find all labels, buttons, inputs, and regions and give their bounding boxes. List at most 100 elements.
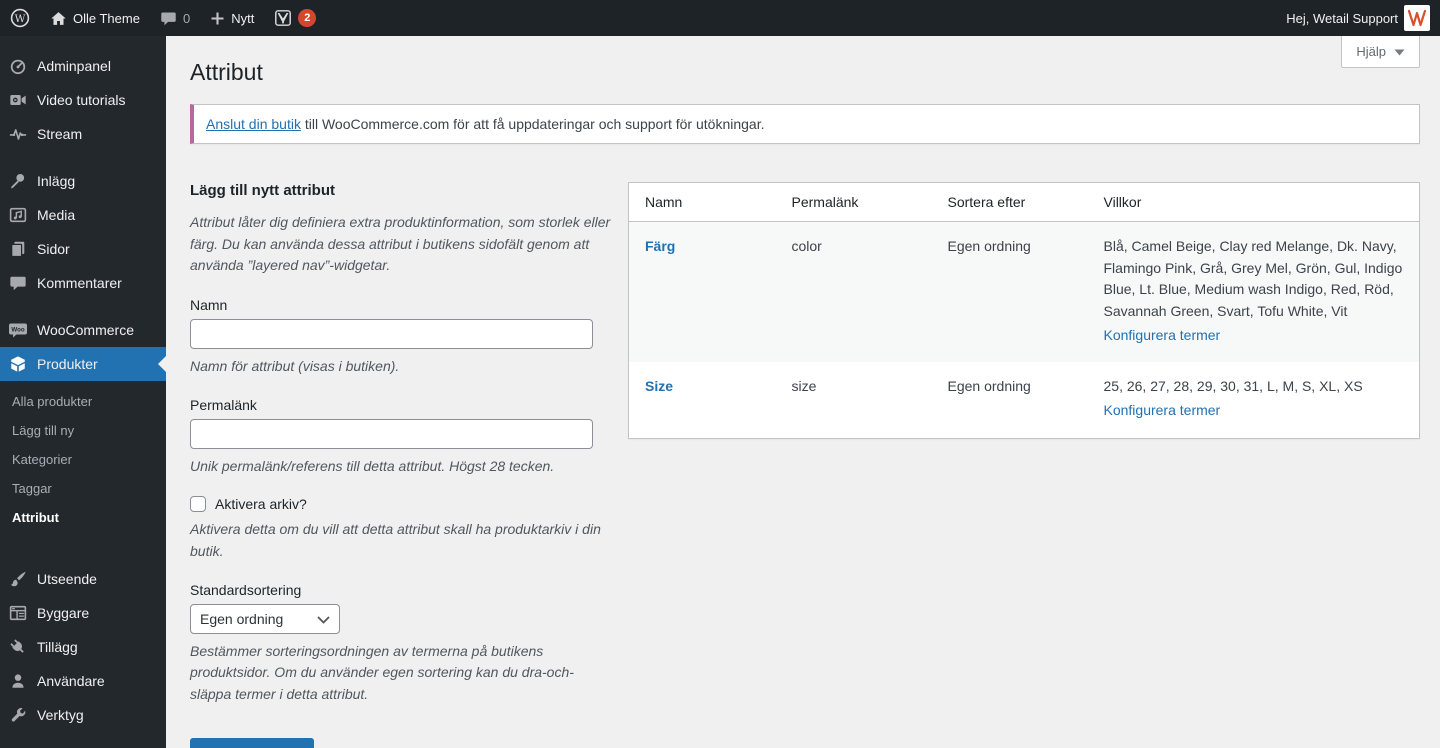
sidebar-item-woocommerce[interactable]: Woo WooCommerce (0, 313, 166, 347)
submenu-item-all-products[interactable]: Alla produkter (0, 387, 166, 416)
brush-icon (8, 569, 28, 589)
default-sort-label: Standardsortering (190, 582, 612, 598)
submenu-item-label: Taggar (12, 481, 52, 496)
slug-label: Permalänk (190, 397, 612, 413)
media-icon (8, 205, 28, 225)
submenu-item-tags[interactable]: Taggar (0, 474, 166, 503)
enable-archives-row: Aktivera arkiv? (190, 496, 612, 512)
default-sort-order-select[interactable]: Egen ordning (190, 604, 340, 634)
header-order-by: Sortera efter (932, 182, 1088, 221)
selected-sort-order: Egen ordning (200, 611, 283, 627)
attributes-table: Namn Permalänk Sortera efter Villkor Fär… (628, 182, 1420, 439)
sidebar-item-video-tutorials[interactable]: Video tutorials (0, 83, 166, 117)
notice-text: till WooCommerce.com för att få uppdater… (301, 116, 765, 132)
comments-count: 0 (183, 11, 190, 26)
submenu-item-categories[interactable]: Kategorier (0, 445, 166, 474)
sidebar-item-pages[interactable]: Sidor (0, 232, 166, 266)
configure-terms-link[interactable]: Konfigurera termer (1104, 400, 1221, 422)
wordpress-logo-icon: W (10, 8, 30, 28)
wrench-icon (8, 705, 28, 725)
sidebar-item-plugins[interactable]: Tillägg (0, 630, 166, 664)
account-menu[interactable]: Hej, Wetail Support (1276, 0, 1440, 36)
sidebar-item-label: Video tutorials (37, 92, 125, 108)
sidebar-item-adminpanel[interactable]: Adminpanel (0, 49, 166, 83)
svg-text:W: W (15, 13, 26, 25)
yoast-seo-menu[interactable]: 2 (264, 0, 326, 36)
name-help: Namn för attribut (visas i butiken). (190, 356, 612, 378)
main-content: Hjälp Attribut Anslut din butik till Woo… (166, 36, 1440, 748)
form-heading: Lägg till nytt attribut (190, 182, 612, 199)
sidebar-item-builder[interactable]: Byggare (0, 596, 166, 630)
submenu-item-label: Attribut (12, 510, 59, 525)
add-attribute-button[interactable]: Lägg till attribut (190, 738, 314, 748)
attribute-order-cell: Egen ordning (932, 221, 1088, 362)
yoast-notification-badge: 2 (298, 9, 316, 27)
woocommerce-connect-notice: Anslut din butik till WooCommerce.com fö… (190, 104, 1420, 144)
help-label: Hjälp (1356, 44, 1386, 59)
menu-group-bottom: Utseende Byggare Tillägg Användare Verkt… (0, 562, 166, 732)
svg-text:Woo: Woo (11, 327, 25, 334)
site-link[interactable]: Olle Theme (40, 0, 150, 36)
form-intro: Attribut låter dig definiera extra produ… (190, 212, 612, 277)
enable-archives-label[interactable]: Aktivera arkiv? (215, 496, 307, 512)
sidebar-item-stream[interactable]: Stream (0, 117, 166, 151)
sidebar-item-label: Stream (37, 126, 82, 142)
home-icon (50, 10, 67, 27)
account-greeting: Hej, Wetail Support (1286, 11, 1398, 26)
chevron-down-icon (1394, 44, 1405, 59)
user-icon (8, 671, 28, 691)
add-attribute-form: Lägg till nytt attribut Attribut låter d… (190, 182, 612, 748)
menu-group-woocommerce: Woo WooCommerce Produkter Alla produkter… (0, 313, 166, 544)
table-header-row: Namn Permalänk Sortera efter Villkor (629, 182, 1420, 221)
sidebar-item-label: Media (37, 207, 75, 223)
sidebar-item-users[interactable]: Användare (0, 664, 166, 698)
sidebar-item-label: Kommentarer (37, 275, 122, 291)
products-submenu: Alla produkter Lägg till ny Kategorier T… (0, 381, 166, 544)
comments-shortcut[interactable]: 0 (150, 0, 200, 36)
sidebar-item-label: Produkter (37, 356, 98, 372)
help-button[interactable]: Hjälp (1341, 36, 1420, 68)
menu-group-top: Adminpanel Video tutorials Stream (0, 49, 166, 151)
table-row: Färg color Egen ordning Blå, Camel Beige… (629, 221, 1420, 362)
sidebar-item-label: Inlägg (37, 173, 75, 189)
comment-icon (8, 273, 28, 293)
admin-bar-right: Hej, Wetail Support (1276, 0, 1440, 36)
name-label: Namn (190, 297, 612, 313)
sidebar-item-label: Tillägg (37, 639, 78, 655)
admin-bar-left: W Olle Theme 0 Nytt 2 (0, 0, 326, 36)
submenu-item-add-new[interactable]: Lägg till ny (0, 416, 166, 445)
sidebar-item-media[interactable]: Media (0, 198, 166, 232)
sidebar-item-label: Verktyg (37, 707, 84, 723)
sidebar-item-appearance[interactable]: Utseende (0, 562, 166, 596)
archives-help: Aktivera detta om du vill att detta attr… (190, 519, 612, 562)
woocommerce-icon: Woo (8, 320, 28, 340)
new-content-button[interactable]: Nytt (200, 0, 264, 36)
attribute-name-link[interactable]: Färg (645, 238, 675, 254)
plus-icon (210, 11, 225, 26)
header-permalink: Permalänk (776, 182, 932, 221)
submenu-item-attributes[interactable]: Attribut (0, 503, 166, 532)
comment-bubble-icon (160, 10, 177, 27)
enable-archives-checkbox[interactable] (190, 496, 206, 512)
site-name: Olle Theme (73, 11, 140, 26)
wordpress-menu-button[interactable]: W (0, 0, 40, 36)
sidebar-item-comments[interactable]: Kommentarer (0, 266, 166, 300)
sidebar-item-products[interactable]: Produkter (0, 347, 166, 381)
sidebar-item-label: Byggare (37, 605, 89, 621)
attribute-name-link[interactable]: Size (645, 378, 673, 394)
attribute-order-cell: Egen ordning (932, 362, 1088, 438)
sidebar-item-label: Sidor (37, 241, 70, 257)
products-icon (8, 354, 28, 374)
new-content-label: Nytt (231, 11, 254, 26)
configure-terms-link[interactable]: Konfigurera termer (1104, 325, 1221, 347)
pin-icon (8, 171, 28, 191)
terms-list: 25, 26, 27, 28, 29, 30, 31, L, M, S, XL,… (1104, 378, 1363, 394)
connect-store-link[interactable]: Anslut din butik (206, 116, 301, 132)
header-name: Namn (629, 182, 776, 221)
attribute-terms-cell: Blå, Camel Beige, Clay red Melange, Dk. … (1088, 221, 1420, 362)
attribute-name-input[interactable] (190, 319, 593, 349)
attribute-slug-input[interactable] (190, 419, 593, 449)
sidebar-item-tools[interactable]: Verktyg (0, 698, 166, 732)
attribute-slug-cell: size (776, 362, 932, 438)
sidebar-item-posts[interactable]: Inlägg (0, 164, 166, 198)
